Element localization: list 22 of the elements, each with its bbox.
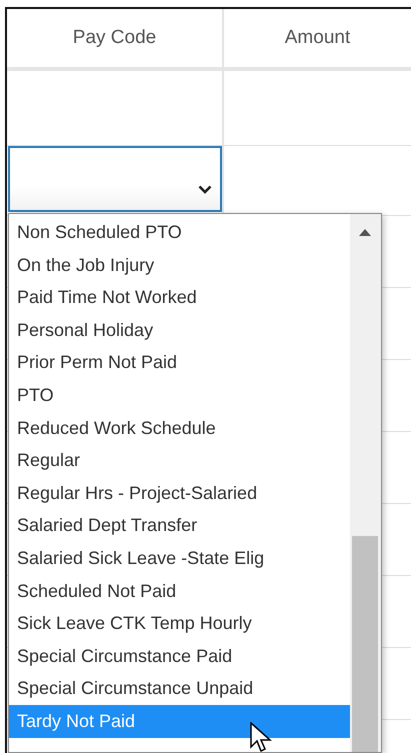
scrollbar[interactable] [350, 214, 381, 752]
scroll-up-arrow-icon[interactable] [359, 229, 371, 236]
dropdown-option[interactable]: Special Circumstance Paid [9, 640, 350, 672]
column-header: Amount [284, 26, 350, 50]
dropdown-option[interactable]: Salaried Dept Transfer [9, 509, 350, 542]
pay-code-select[interactable] [8, 146, 222, 212]
column-header: Pay Code [72, 26, 156, 50]
dropdown-option[interactable]: Regular Hrs - Project-Salaried [9, 476, 350, 510]
dropdown-option[interactable]: Sick Leave CTK Temp Hourly [9, 607, 350, 640]
chevron-down-icon [198, 185, 212, 194]
dropdown-option[interactable]: Salaried Sick Leave -State Elig [9, 542, 350, 575]
dropdown-option[interactable]: On the Job Injury [9, 248, 350, 282]
dropdown-option[interactable]: Paid Time Not Worked [9, 281, 350, 314]
dropdown-option[interactable]: Special Circumstance Unpaid [9, 672, 350, 705]
dropdown-option[interactable]: Personal Holiday [9, 314, 350, 346]
dropdown-option[interactable]: Non Scheduled PTO [9, 216, 350, 249]
scrollbar-thumb[interactable] [352, 536, 378, 752]
dropdown-option[interactable]: Reduced Work Schedule [9, 412, 350, 444]
dropdown-option[interactable]: Regular [9, 444, 350, 477]
dropdown-option[interactable]: Scheduled Not Paid [9, 574, 350, 608]
dropdown-option[interactable]: PTO [9, 378, 350, 412]
dropdown-option[interactable]: Prior Perm Not Paid [9, 346, 350, 379]
